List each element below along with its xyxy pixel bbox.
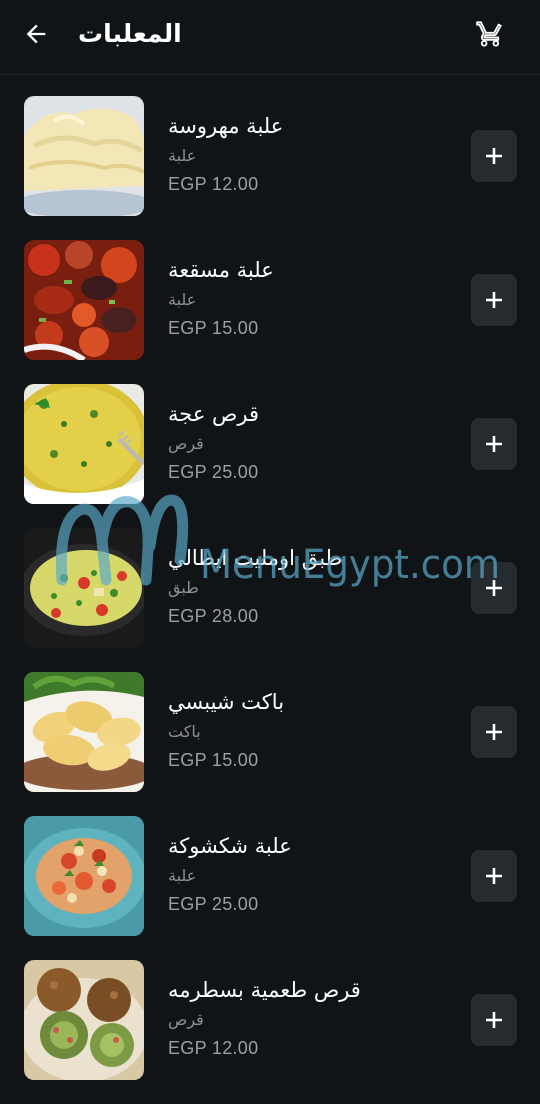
plus-icon (486, 292, 502, 308)
product-image-taameya (24, 960, 144, 1080)
add-to-cart-button[interactable] (471, 418, 517, 470)
product-price: EGP 12.00 (168, 174, 259, 194)
product-price: EGP 15.00 (168, 750, 259, 770)
list-item[interactable]: باكت شيبسي باكت EGP 15.00 (0, 672, 540, 816)
product-name: طبق اومليت ايطالي (168, 546, 343, 570)
product-image-shakshuka (24, 816, 144, 936)
list-item[interactable]: قرص عجة قرص EGP 25.00 (0, 384, 540, 528)
add-to-cart-button[interactable] (471, 562, 517, 614)
product-price: EGP 28.00 (168, 606, 259, 626)
add-to-cart-button[interactable] (471, 850, 517, 902)
list-item[interactable]: علبة مهروسة علبة EGP 12.00 (0, 96, 540, 240)
back-button[interactable] (18, 14, 54, 54)
add-to-cart-button[interactable] (471, 274, 517, 326)
app-bar: المعلبات (0, 0, 540, 75)
list-item[interactable]: قرص طعمية بسطرمه قرص EGP 12.00 (0, 960, 540, 1104)
product-unit: علبة (168, 866, 197, 885)
product-name: قرص عجة (168, 402, 260, 426)
plus-icon (486, 436, 502, 452)
product-price: EGP 12.00 (168, 1038, 259, 1058)
product-price: EGP 25.00 (168, 462, 259, 482)
product-image-moussaka (24, 240, 144, 360)
product-name: باكت شيبسي (168, 690, 285, 714)
product-unit: علبة (168, 146, 197, 165)
product-price: EGP 15.00 (168, 318, 259, 338)
product-unit: طبق (168, 578, 199, 597)
list-item[interactable]: علبة مسقعة علبة EGP 15.00 (0, 240, 540, 384)
cart-button[interactable] (470, 14, 510, 54)
product-image-potato-chips (24, 672, 144, 792)
plus-icon (486, 580, 502, 596)
product-image-italian-omelette (24, 528, 144, 648)
plus-icon (486, 1012, 502, 1028)
product-image-mashed-potatoes (24, 96, 144, 216)
shopping-cart-icon (476, 21, 502, 47)
arrow-left-icon (26, 24, 46, 44)
add-to-cart-button[interactable] (471, 130, 517, 182)
product-unit: قرص (168, 434, 204, 453)
product-unit: باكت (168, 722, 201, 741)
product-name: علبة مسقعة (168, 258, 274, 282)
plus-icon (486, 724, 502, 740)
product-name: قرص طعمية بسطرمه (168, 978, 361, 1002)
plus-icon (486, 148, 502, 164)
product-unit: قرص (168, 1010, 204, 1029)
list-item[interactable]: طبق اومليت ايطالي طبق EGP 28.00 (0, 528, 540, 672)
product-list: علبة مهروسة علبة EGP 12.00 علبة مسقعة عل… (0, 96, 540, 1104)
page-title: المعلبات (78, 19, 182, 48)
plus-icon (486, 868, 502, 884)
product-name: علبة مهروسة (168, 114, 284, 138)
product-image-omelette-disc (24, 384, 144, 504)
product-name: علبة شكشوكة (168, 834, 292, 858)
add-to-cart-button[interactable] (471, 994, 517, 1046)
product-price: EGP 25.00 (168, 894, 259, 914)
list-item[interactable]: علبة شكشوكة علبة EGP 25.00 (0, 816, 540, 960)
add-to-cart-button[interactable] (471, 706, 517, 758)
product-unit: علبة (168, 290, 197, 309)
